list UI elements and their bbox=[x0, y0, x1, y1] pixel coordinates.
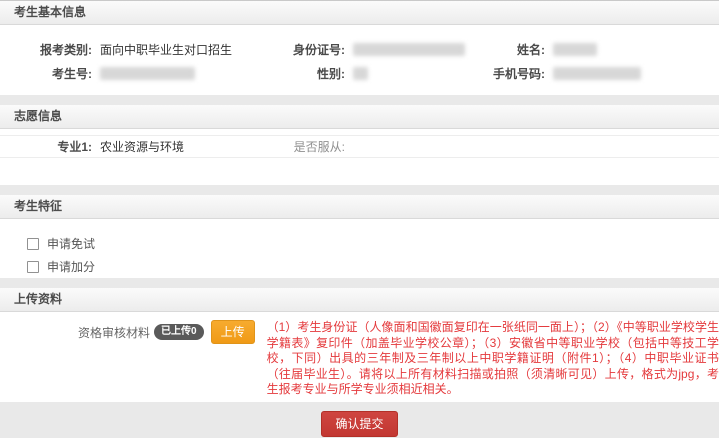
section-volunteer-info: 志愿信息 专业1: 农业资源与环境 是否服从: bbox=[0, 105, 719, 185]
basic-info-row-2: 考生号: 性别: 手机号码: bbox=[0, 61, 719, 85]
section-title-upload: 上传资料 bbox=[14, 292, 62, 306]
name-value bbox=[545, 42, 719, 56]
phone-value bbox=[545, 66, 719, 80]
phone-label: 手机号码: bbox=[455, 65, 545, 82]
phone-redacted bbox=[553, 67, 641, 80]
volunteer-body: 专业1: 农业资源与环境 是否服从: bbox=[0, 129, 719, 185]
section-basic-info: 考生基本信息 报考类别: 面向中职毕业生对口招生 身份证号: 姓名: 考生号: … bbox=[0, 1, 719, 95]
name-label: 姓名: bbox=[455, 41, 545, 58]
category-label: 报考类别: bbox=[0, 41, 92, 58]
upload-instructions: （1）考生身份证（人像面和国徽面复印在一张纸同一面上）；（2）《中等职业学校学生… bbox=[267, 320, 719, 398]
gender-label: 性别: bbox=[255, 65, 345, 82]
section-title-characteristics: 考生特征 bbox=[14, 199, 62, 213]
upload-button[interactable]: 上传 bbox=[211, 320, 255, 344]
exempt-checkbox[interactable] bbox=[27, 238, 39, 250]
bonus-checkbox-row[interactable]: 申请加分 bbox=[27, 255, 719, 278]
form-footer: 确认提交 bbox=[0, 402, 719, 438]
candidate-no-redacted bbox=[100, 67, 195, 80]
section-header-basic: 考生基本信息 bbox=[0, 1, 719, 25]
section-title-basic: 考生基本信息 bbox=[14, 5, 86, 19]
material-label: 资格审核材料 bbox=[0, 324, 150, 341]
exempt-checkbox-label: 申请免试 bbox=[47, 235, 95, 252]
section-header-volunteer: 志愿信息 bbox=[0, 105, 719, 129]
gender-redacted bbox=[353, 67, 368, 80]
category-value: 面向中职毕业生对口招生 bbox=[92, 41, 255, 58]
confirm-submit-button[interactable]: 确认提交 bbox=[321, 411, 397, 437]
id-number-redacted bbox=[353, 43, 465, 56]
section-header-upload: 上传资料 bbox=[0, 288, 719, 312]
basic-info-row-1: 报考类别: 面向中职毕业生对口招生 身份证号: 姓名: bbox=[0, 37, 719, 61]
section-title-volunteer: 志愿信息 bbox=[14, 109, 62, 123]
exempt-checkbox-row[interactable]: 申请免试 bbox=[27, 232, 719, 255]
section-upload: 上传资料 资格审核材料 已上传0 上传 （1）考生身份证（人像面和国徽面复印在一… bbox=[0, 288, 719, 402]
application-form-page: 考生基本信息 报考类别: 面向中职毕业生对口招生 身份证号: 姓名: 考生号: … bbox=[0, 0, 719, 438]
uploaded-count-badge: 已上传0 bbox=[154, 324, 204, 340]
obey-label: 是否服从: bbox=[255, 138, 345, 155]
bonus-checkbox[interactable] bbox=[27, 261, 39, 273]
gender-value bbox=[345, 66, 455, 80]
major1-label: 专业1: bbox=[0, 138, 92, 155]
basic-info-body: 报考类别: 面向中职毕业生对口招生 身份证号: 姓名: 考生号: 性别: 手机号… bbox=[0, 25, 719, 95]
name-redacted bbox=[553, 43, 597, 56]
id-number-label: 身份证号: bbox=[255, 41, 345, 58]
upload-body: 资格审核材料 已上传0 上传 （1）考生身份证（人像面和国徽面复印在一张纸同一面… bbox=[0, 312, 719, 402]
major1-value: 农业资源与环境 bbox=[92, 138, 255, 155]
id-number-value bbox=[345, 42, 455, 56]
characteristics-body: 申请免试 申请加分 bbox=[0, 219, 719, 278]
major-row: 专业1: 农业资源与环境 是否服从: bbox=[0, 135, 719, 158]
candidate-no-label: 考生号: bbox=[0, 65, 92, 82]
bonus-checkbox-label: 申请加分 bbox=[47, 258, 95, 275]
section-header-characteristics: 考生特征 bbox=[0, 195, 719, 219]
section-characteristics: 考生特征 申请免试 申请加分 bbox=[0, 195, 719, 278]
candidate-no-value bbox=[92, 66, 255, 80]
upload-controls: 资格审核材料 已上传0 上传 bbox=[0, 320, 255, 344]
